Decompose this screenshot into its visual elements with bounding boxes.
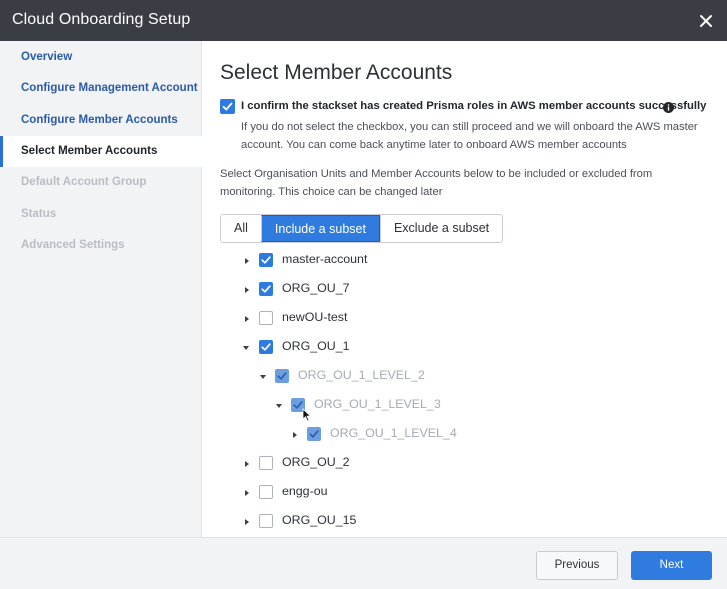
- caret-down-icon[interactable]: [275, 402, 283, 410]
- caret-right-icon[interactable]: [243, 315, 251, 323]
- onboarding-modal: Cloud Onboarding Setup Overview Configur…: [0, 0, 727, 589]
- close-icon: [700, 15, 712, 27]
- tree-checkbox[interactable]: [259, 340, 273, 354]
- sidebar-item-configure-member-accounts[interactable]: Configure Member Accounts: [0, 105, 202, 136]
- tree-label: newOU-test: [282, 310, 348, 324]
- caret-right-icon[interactable]: [243, 518, 251, 526]
- caret-down-icon[interactable]: [259, 373, 267, 381]
- scope-exclude-subset-button[interactable]: Exclude a subset: [379, 215, 503, 242]
- selection-help-text: Select Organisation Units and Member Acc…: [220, 168, 653, 198]
- tree-row: engg-ou: [203, 483, 603, 503]
- checkmark-icon: [261, 343, 271, 351]
- confirm-checkbox[interactable]: [220, 99, 235, 114]
- modal-title: Cloud Onboarding Setup: [12, 11, 191, 28]
- checkmark-icon: [293, 401, 303, 409]
- previous-button[interactable]: Previous: [536, 551, 618, 580]
- tree-row: master-account: [203, 251, 603, 271]
- modal-footer: Previous Next: [0, 537, 727, 589]
- tree-label: ORG_OU_1: [282, 339, 350, 353]
- sidebar-item-overview[interactable]: Overview: [0, 42, 202, 73]
- scope-segmented-control: All Include a subset Exclude a subset: [220, 214, 504, 243]
- tree-checkbox[interactable]: [259, 253, 273, 267]
- sidebar-item-advanced-settings: Advanced Settings: [21, 239, 125, 251]
- tree-row: ORG_OU_7: [203, 280, 603, 300]
- main-content: Select Member Accounts I confirm the sta…: [203, 41, 727, 537]
- scope-include-subset-button[interactable]: Include a subset: [260, 215, 380, 242]
- tree-checkbox[interactable]: [307, 427, 321, 441]
- tree-row: ORG_OU_15: [203, 512, 603, 532]
- tree-row: ORG_OU_1_LEVEL_4: [203, 425, 603, 445]
- tree-checkbox[interactable]: [259, 514, 273, 528]
- sidebar-item-select-member-accounts[interactable]: Select Member Accounts: [0, 136, 203, 167]
- caret-right-icon[interactable]: [243, 460, 251, 468]
- tree-row: ORG_OU_1_LEVEL_3: [203, 396, 603, 416]
- sidebar-item-configure-management-account[interactable]: Configure Management Account: [0, 73, 202, 104]
- close-button[interactable]: [697, 12, 715, 30]
- caret-right-icon[interactable]: [291, 431, 299, 439]
- tree-label: ORG_OU_2: [282, 455, 350, 469]
- tree-checkbox[interactable]: [275, 369, 289, 383]
- scope-all-button[interactable]: All: [221, 215, 261, 242]
- tree-row: ORG_OU_1: [203, 338, 603, 358]
- tree-row: ORG_OU_1_LEVEL_2: [203, 367, 603, 387]
- checkmark-icon: [222, 102, 233, 111]
- checkmark-icon: [261, 256, 271, 264]
- modal-header: Cloud Onboarding Setup: [0, 0, 727, 41]
- tree-row: ORG_OU_2: [203, 454, 603, 474]
- tree-label: ORG_OU_1_LEVEL_4: [330, 426, 457, 440]
- checkmark-icon: [277, 372, 287, 380]
- tree-label: ORG_OU_15: [282, 513, 357, 527]
- tree-label: ORG_OU_1_LEVEL_2: [298, 368, 425, 382]
- confirm-help-text: If you do not select the checkbox, you c…: [241, 121, 698, 151]
- tree-label: ORG_OU_7: [282, 281, 350, 295]
- sidebar-item-status: Status: [21, 208, 57, 220]
- tree-checkbox[interactable]: [259, 282, 273, 296]
- confirm-label: I confirm the stackset has created Prism…: [241, 100, 707, 112]
- caret-right-icon[interactable]: [243, 286, 251, 294]
- info-icon[interactable]: [663, 100, 674, 113]
- tree-checkbox[interactable]: [259, 456, 273, 470]
- tree-label: master-account: [282, 252, 368, 266]
- checkmark-icon: [309, 430, 319, 438]
- caret-right-icon[interactable]: [243, 257, 251, 265]
- sidebar-item-default-account-group: Default Account Group: [21, 176, 147, 188]
- tree-checkbox[interactable]: [259, 311, 273, 325]
- caret-down-icon[interactable]: [242, 344, 250, 352]
- tree-checkbox[interactable]: [259, 485, 273, 499]
- next-button[interactable]: Next: [631, 551, 712, 580]
- caret-right-icon[interactable]: [243, 489, 251, 497]
- tree-label: engg-ou: [282, 484, 328, 498]
- page-title: Select Member Accounts: [220, 61, 453, 84]
- checkmark-icon: [261, 285, 271, 293]
- tree-checkbox[interactable]: [291, 398, 305, 412]
- tree-label: ORG_OU_1_LEVEL_3: [314, 397, 441, 411]
- tree-row: newOU-test: [203, 309, 603, 329]
- wizard-sidebar: Overview Configure Management Account Co…: [0, 41, 203, 537]
